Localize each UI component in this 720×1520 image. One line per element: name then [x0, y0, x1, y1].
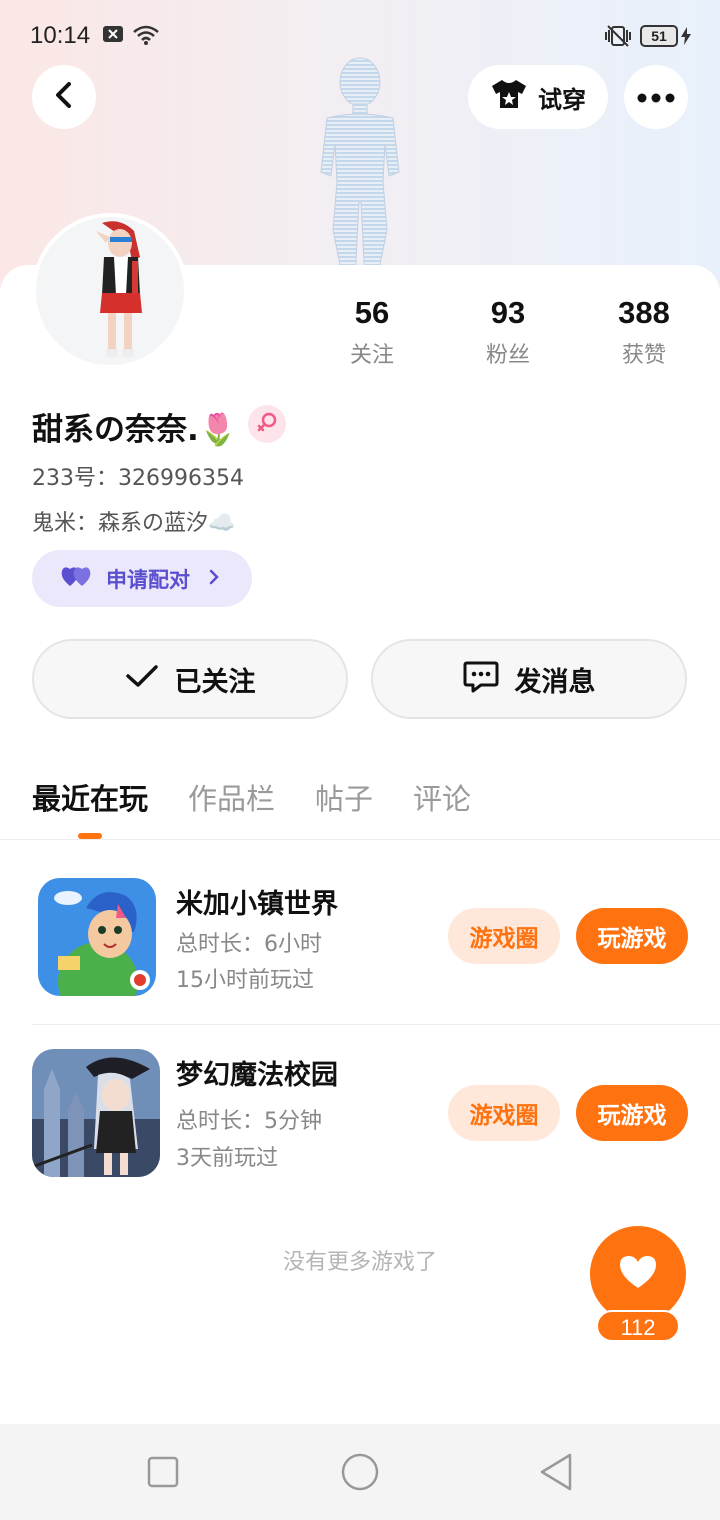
- stat-following[interactable]: 56 关注: [317, 295, 427, 369]
- game-duration: 总时长：5分钟: [176, 1109, 322, 1134]
- send-message-label: 发消息: [514, 666, 596, 698]
- game-title: 梦幻魔法校园: [176, 1060, 338, 1091]
- chevron-left-icon: [53, 81, 75, 113]
- follow-button[interactable]: 已关注: [32, 639, 348, 719]
- tabs-divider: [0, 839, 720, 840]
- tshirt-icon: [490, 78, 528, 116]
- like-button[interactable]: [590, 1226, 686, 1322]
- chat-icon: [463, 659, 499, 700]
- avatar-hologram-figure: [320, 57, 400, 281]
- play-game-button[interactable]: 玩游戏: [576, 908, 688, 964]
- back-nav-button[interactable]: [538, 1452, 574, 1496]
- hearts-icon: [60, 564, 94, 593]
- try-on-button[interactable]: 试穿: [468, 65, 608, 129]
- stat-fans-count: 93: [490, 295, 526, 330]
- like-count: 112: [596, 1310, 680, 1342]
- user-id-line: 233号：326996354: [32, 466, 244, 491]
- play-game-button[interactable]: 玩游戏: [576, 1085, 688, 1141]
- game-last-played: 15小时前玩过: [176, 968, 314, 993]
- wifi-icon: [132, 24, 160, 50]
- profile-nickname: 甜系の奈奈.🌷: [32, 412, 238, 448]
- game-icon-miga[interactable]: [38, 878, 156, 996]
- avatar-character-image: [36, 217, 184, 365]
- stat-fans-label: 粉丝: [485, 343, 530, 368]
- status-time: 10:14: [30, 22, 91, 49]
- game-circle-button[interactable]: 游戏圈: [448, 1085, 560, 1141]
- chevron-right-icon: [208, 567, 220, 591]
- recents-button[interactable]: [147, 1456, 179, 1492]
- apply-pair-button[interactable]: 申请配对: [32, 550, 252, 607]
- tab-works[interactable]: 作品栏: [188, 776, 275, 818]
- stat-fans[interactable]: 93 粉丝: [453, 295, 563, 369]
- heart-icon: [618, 1254, 658, 1294]
- tab-recently-played[interactable]: 最近在玩: [32, 776, 148, 818]
- game-title: 米加小镇世界: [176, 889, 338, 920]
- apply-pair-label: 申请配对: [106, 567, 190, 592]
- avatar[interactable]: [32, 213, 188, 369]
- battery-indicator: 51: [640, 25, 678, 47]
- try-on-label: 试穿: [538, 85, 586, 114]
- vibrate-mute-icon: [602, 24, 634, 52]
- back-button[interactable]: [32, 65, 96, 129]
- game-row[interactable]: 米加小镇世界 总时长：6小时 15小时前玩过 游戏圈 玩游戏: [32, 878, 720, 1018]
- game-icon-magic-campus[interactable]: [32, 1049, 160, 1177]
- tab-comments[interactable]: 评论: [413, 776, 471, 818]
- more-button[interactable]: [624, 65, 688, 129]
- status-bar: 10:14 51: [0, 0, 720, 72]
- follow-label: 已关注: [174, 666, 256, 698]
- notification-icon: [102, 24, 124, 48]
- game-row[interactable]: 梦幻魔法校园 总时长：5分钟 3天前玩过 游戏圈 玩游戏: [32, 1049, 720, 1189]
- row-divider: [32, 1024, 720, 1025]
- female-icon: [256, 411, 278, 437]
- send-message-button[interactable]: 发消息: [371, 639, 687, 719]
- stat-likes-label: 获赞: [621, 343, 666, 368]
- ghost-line: 鬼米：森系の蓝汐☁️: [32, 511, 236, 536]
- stat-following-label: 关注: [349, 343, 394, 368]
- game-last-played: 3天前玩过: [176, 1146, 278, 1171]
- stat-following-count: 56: [354, 295, 390, 330]
- gender-badge: [248, 405, 286, 443]
- tab-posts[interactable]: 帖子: [315, 776, 373, 818]
- stat-likes-count: 388: [618, 295, 670, 330]
- check-icon: [125, 663, 159, 696]
- more-dots-icon: [637, 88, 675, 107]
- stat-likes[interactable]: 388 获赞: [589, 295, 699, 369]
- charging-icon: [681, 27, 691, 49]
- home-button[interactable]: [340, 1452, 380, 1496]
- content-tabs: 最近在玩 作品栏 帖子 评论: [32, 776, 471, 818]
- game-duration: 总时长：6小时: [176, 932, 322, 957]
- game-circle-button[interactable]: 游戏圈: [448, 908, 560, 964]
- system-navigation-bar: [0, 1424, 720, 1520]
